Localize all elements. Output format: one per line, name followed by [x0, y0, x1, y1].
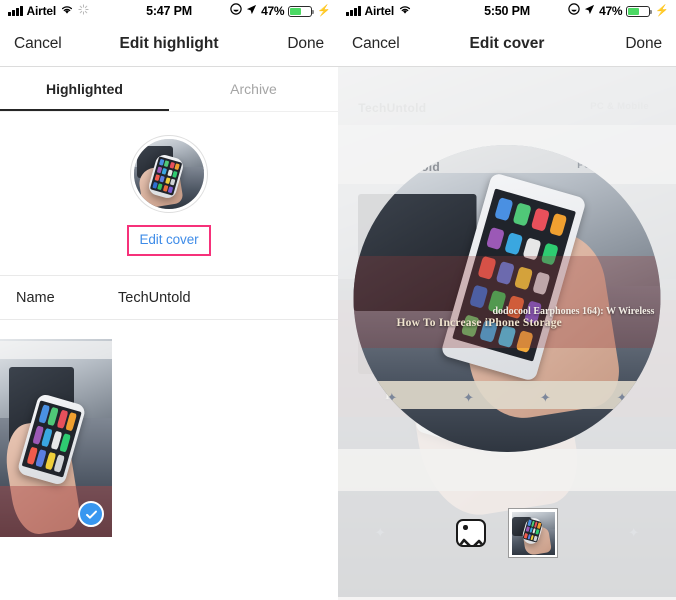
- highlight-cover-avatar[interactable]: [130, 135, 208, 213]
- story-cover-thumbnail-image: [511, 511, 555, 555]
- photo-caption-label: How To Increase iPhone Storage: [396, 316, 562, 329]
- camera-icon: ✦: [616, 389, 628, 405]
- name-field-row[interactable]: Name TechUntold: [0, 275, 338, 320]
- carrier-label: Airtel: [364, 4, 395, 18]
- signal-bars-icon: [8, 6, 23, 16]
- tab-highlighted[interactable]: Highlighted: [0, 67, 169, 111]
- story-thumbnail[interactable]: [0, 339, 112, 537]
- thumbnail-photo-artwork: [511, 511, 555, 555]
- wifi-icon: [398, 2, 412, 20]
- do-not-disturb-icon: [230, 2, 242, 20]
- name-label: Name: [16, 289, 55, 306]
- tab-archive-label: Archive: [230, 81, 277, 97]
- name-value: TechUntold: [118, 289, 191, 306]
- nav-bar-right: Cancel Edit cover Done: [338, 22, 676, 66]
- charging-bolt-icon: ⚡: [317, 4, 331, 17]
- edit-cover-screen: Airtel 5:50 PM 47% ⚡ Cancel Edit cover D…: [338, 0, 676, 600]
- status-bar-left: Airtel 5:47 PM 47% ⚡: [0, 0, 338, 22]
- carrier-label: Airtel: [26, 4, 57, 18]
- nav-bar-left: Cancel Edit highlight Done: [0, 22, 338, 66]
- people-icon: ✦: [539, 389, 551, 405]
- highlight-cover-section: Edit cover: [0, 112, 338, 256]
- done-button[interactable]: Done: [287, 35, 324, 53]
- story-cover-thumbnail-option[interactable]: [508, 508, 558, 558]
- tab-bar: Highlighted Archive: [0, 67, 338, 111]
- cancel-button[interactable]: Cancel: [352, 35, 400, 53]
- edit-highlight-screen: Airtel 5:47 PM 47% ⚡ Cancel Edit highlig…: [0, 0, 338, 600]
- signal-bars-icon: [346, 6, 361, 16]
- status-bar-right-group: 47% ⚡: [568, 2, 669, 20]
- cover-crop-photo: TechUntold PC & Mobile How To Increase i…: [353, 145, 661, 452]
- charging-bolt-icon: ⚡: [655, 4, 669, 17]
- location-arrow-icon: [246, 2, 257, 20]
- done-button[interactable]: Done: [625, 35, 662, 53]
- android-icon: ✦: [386, 389, 398, 405]
- battery-icon: [288, 5, 315, 17]
- tab-archive[interactable]: Archive: [169, 67, 338, 111]
- dual-screenshot-compare: Airtel 5:47 PM 47% ⚡ Cancel Edit highlig…: [0, 0, 676, 600]
- wifi-icon: [60, 2, 74, 20]
- edit-cover-highlight-box: Edit cover: [127, 225, 211, 256]
- battery-icon: [626, 5, 653, 17]
- photo-menu-label: PC & Mobile: [577, 160, 636, 172]
- tab-highlighted-label: Highlighted: [46, 81, 123, 97]
- status-bar-right: Airtel 5:50 PM 47% ⚡: [338, 0, 676, 22]
- status-bar-right-group: 47% ⚡: [230, 2, 331, 20]
- story-selected-check-icon: [78, 501, 104, 527]
- status-bar-left-group: Airtel: [8, 2, 89, 20]
- battery-percent-label: 47%: [261, 4, 285, 18]
- location-arrow-icon: [584, 2, 595, 20]
- photo-side-headline: dodocool Earphones 164): W Wireless: [492, 305, 655, 317]
- edit-cover-button[interactable]: Edit cover: [139, 232, 198, 247]
- brightness-spinner-icon: [78, 2, 89, 20]
- avatar-image: [134, 139, 204, 209]
- cancel-button[interactable]: Cancel: [14, 35, 62, 53]
- photo-gallery-icon[interactable]: [456, 519, 486, 547]
- photo-brand-label: TechUntold: [371, 160, 441, 175]
- cover-photo-artwork: [134, 139, 204, 209]
- status-bar-left-group: Airtel: [346, 2, 412, 20]
- photo-footer-icons: ✦ ✦ ✦ ✦: [354, 390, 661, 406]
- cover-source-picker: [338, 508, 676, 558]
- cover-crop-circle[interactable]: TechUntold PC & Mobile How To Increase i…: [353, 145, 661, 452]
- battery-percent-label: 47%: [599, 4, 623, 18]
- apple-icon: ✦: [463, 389, 475, 405]
- do-not-disturb-icon: [568, 2, 580, 20]
- story-grid: [0, 339, 338, 537]
